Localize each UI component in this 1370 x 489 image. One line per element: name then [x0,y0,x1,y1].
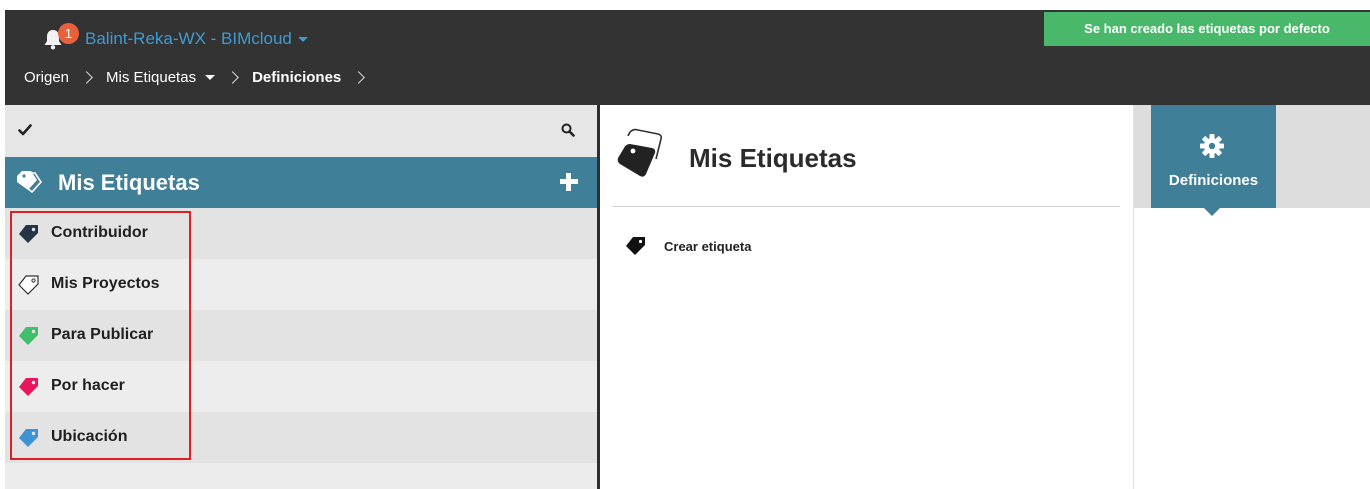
breadcrumb-mis-etiquetas[interactable]: Mis Etiquetas [106,69,196,86]
divider [612,206,1120,207]
breadcrumb-origen[interactable]: Origen [24,69,69,86]
tab-label: Definiciones [1168,172,1259,189]
tag-item-mis-proyectos[interactable]: Mis Proyectos [5,259,597,310]
tag-list-header: Mis Etiquetas [5,157,597,208]
tag-label: Ubicación [51,428,128,445]
check-icon[interactable] [18,122,32,136]
tag-item-para-publicar[interactable]: Para Publicar [5,310,597,361]
server-title: Balint-Reka-WX - BIMcloud [85,29,292,48]
tag-item-ubicacion[interactable]: Ubicación [5,412,597,463]
tags-icon [15,169,43,195]
tag-list: Contribuidor Mis Proyectos Para Publicar… [5,208,597,463]
sidebar-toolbar [5,105,597,157]
right-panel: Definiciones [1134,105,1370,489]
tag-list-title: Mis Etiquetas [58,170,200,195]
tag-sidebar: Mis Etiquetas Contribuidor Mis Proyectos… [5,105,597,489]
tag-label: Por hacer [51,377,125,394]
page-title: Mis Etiquetas [689,143,857,173]
tag-item-contribuidor[interactable]: Contribuidor [5,208,597,259]
server-selector[interactable]: Balint-Reka-WX - BIMcloud [85,27,308,51]
caret-down-icon[interactable] [205,74,216,80]
chevron-right-icon [226,70,239,84]
gear-icon [1199,133,1225,159]
tag-outline-icon [18,274,40,295]
chevron-right-icon [352,70,366,84]
chevron-right-icon [80,70,93,84]
tag-detail-panel: Mis Etiquetas Crear etiqueta [600,105,1133,489]
tag-item-por-hacer[interactable]: Por hacer [5,361,597,412]
breadcrumb-definiciones[interactable]: Definiciones [252,69,341,86]
tag-label: Para Publicar [51,326,154,343]
search-icon[interactable] [561,122,575,137]
notice-banner: Se han creado las etiquetas por defecto [1044,12,1370,46]
tag-filled-icon [18,223,40,244]
create-tag-label: Crear etiqueta [664,238,752,254]
tag-label: Contribuidor [51,224,148,241]
tab-definiciones[interactable]: Definiciones [1151,105,1276,216]
tag-outline-icon [614,126,664,184]
tag-filled-icon [625,236,647,256]
tag-filled-icon [18,325,40,346]
create-tag-button[interactable]: Crear etiqueta [625,235,751,257]
breadcrumb: Origen Mis Etiquetas Definiciones [24,65,378,89]
notification-badge[interactable]: 1 [58,23,79,44]
add-tag-button[interactable] [559,172,579,192]
tag-filled-icon [18,427,40,448]
caret-down-icon [297,37,308,43]
tag-filled-icon [18,376,40,397]
tag-label: Mis Proyectos [51,275,160,292]
